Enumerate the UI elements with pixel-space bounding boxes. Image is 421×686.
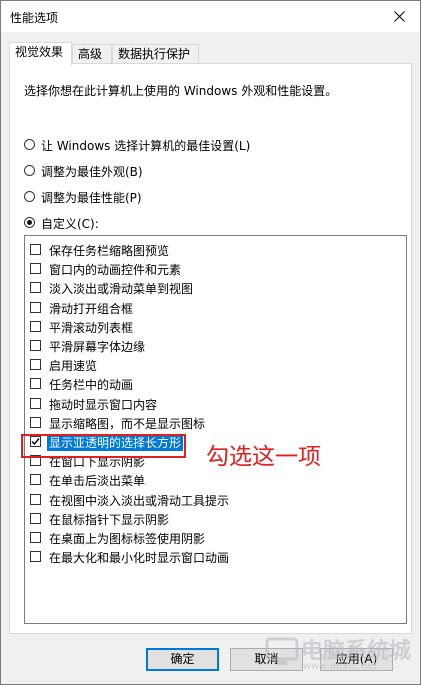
tab-advanced[interactable]: 高级 bbox=[72, 44, 112, 64]
list-item-label: 在单击后淡出菜单 bbox=[49, 474, 146, 489]
list-item-label: 启用速览 bbox=[49, 359, 98, 374]
list-item-label: 任务栏中的动画 bbox=[49, 378, 134, 393]
watermark-url: www.dnxtc.net bbox=[303, 661, 378, 672]
radio-circle-selected bbox=[24, 217, 35, 228]
list-item-label: 在最大化和最小化时显示窗口动画 bbox=[49, 551, 230, 566]
checkbox[interactable] bbox=[30, 493, 41, 505]
checkbox[interactable] bbox=[30, 359, 41, 371]
title-bar: 性能选项 bbox=[1, 1, 420, 32]
checkbox[interactable] bbox=[30, 551, 41, 563]
checkbox[interactable] bbox=[30, 244, 41, 255]
list-item-label: 拖动时显示窗口内容 bbox=[49, 397, 158, 412]
checkbox[interactable] bbox=[30, 263, 41, 275]
checkbox[interactable] bbox=[30, 301, 41, 313]
description-text: 选择你想在此计算机上使用的 Windows 外观和性能设置。 bbox=[24, 84, 338, 98]
annotation-text: 勾选这一项 bbox=[206, 444, 321, 470]
watermark-logo-icon bbox=[265, 637, 299, 665]
radio-circle bbox=[24, 139, 35, 150]
list-item-label: 平滑滚动列表框 bbox=[49, 320, 134, 335]
radio-circle bbox=[24, 165, 35, 176]
tab-data-execution-prevention[interactable]: 数据执行保护 bbox=[112, 44, 199, 64]
watermark: 电脑系统城 www.dnxtc.net bbox=[263, 631, 421, 686]
list-item-label: 在鼠标指针下显示阴影 bbox=[49, 512, 170, 527]
visual-effects-panel: 选择你想在此计算机上使用的 Windows 外观和性能设置。 让 Windows… bbox=[9, 63, 412, 634]
radio-circle bbox=[24, 191, 35, 202]
checkbox[interactable] bbox=[30, 340, 41, 351]
checkbox[interactable] bbox=[30, 416, 41, 428]
close-button[interactable] bbox=[380, 1, 420, 32]
window-title: 性能选项 bbox=[10, 11, 59, 25]
performance-options-window: 性能选项 视觉效果 高级 数据执行保护 选择你想在此计算机上使用的 Window… bbox=[0, 0, 421, 685]
list-item-label: 在桌面上为图标标签使用阴影 bbox=[49, 532, 206, 546]
ok-button[interactable]: 确定 bbox=[146, 648, 219, 671]
checkbox[interactable] bbox=[30, 397, 41, 409]
annotation-highlight-box bbox=[21, 434, 186, 458]
list-item-label: 窗口内的动画控件和元素 bbox=[49, 263, 182, 278]
list-item-label: 显示缩略图，而不是显示图标 bbox=[49, 416, 206, 431]
close-icon bbox=[394, 11, 405, 22]
visual-effects-list[interactable]: 保存任务栏缩略图预览 窗口内的动画控件和元素 淡入淡出或滑动菜单到视图 滑动打开组合框… bbox=[24, 235, 407, 624]
checkbox[interactable] bbox=[30, 512, 41, 524]
checkbox[interactable] bbox=[30, 320, 41, 332]
list-item-label: 淡入淡出或滑动菜单到视图 bbox=[49, 282, 194, 297]
list-item-label: 在视图中淡入淡出或滑动工具提示 bbox=[49, 493, 230, 508]
list-item-label: 保存任务栏缩略图预览 bbox=[49, 244, 170, 258]
list-item-label: 滑动打开组合框 bbox=[49, 301, 134, 316]
checkbox[interactable] bbox=[30, 378, 41, 390]
checkbox[interactable] bbox=[30, 474, 41, 486]
list-item-label: 平滑屏幕字体边缘 bbox=[49, 340, 146, 354]
tab-visual-effects[interactable]: 视觉效果 bbox=[9, 42, 72, 65]
checkbox[interactable] bbox=[30, 282, 41, 294]
checkbox[interactable] bbox=[30, 532, 41, 543]
